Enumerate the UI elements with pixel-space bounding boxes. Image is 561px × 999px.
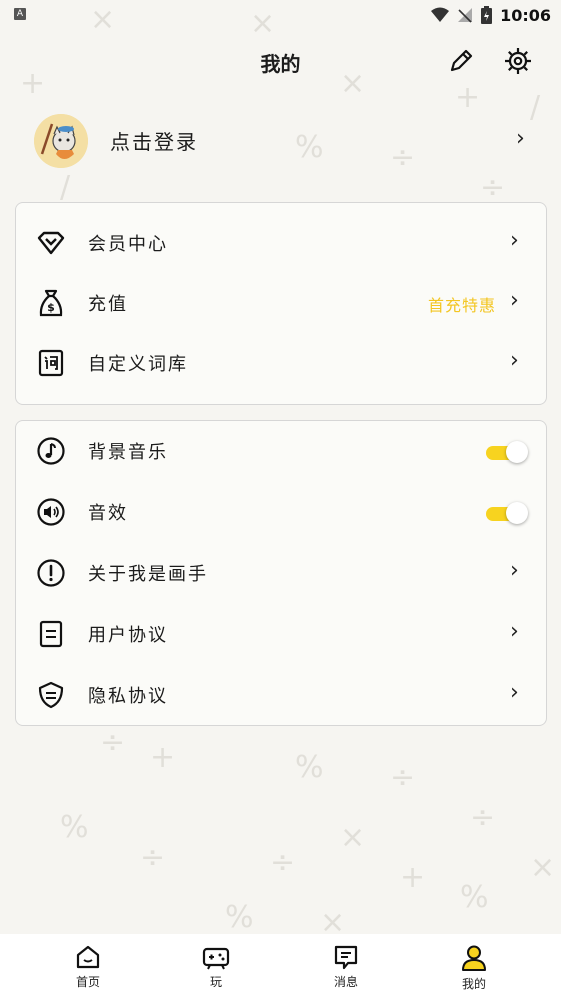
- document-icon: [39, 620, 63, 648]
- chevron-right-icon: ›: [510, 228, 519, 253]
- menu-item-label: 音效: [88, 503, 128, 524]
- menu-item-label: 自定义词库: [88, 354, 188, 375]
- music-note-icon: [37, 437, 65, 465]
- menu-item-background-music: 背景音乐: [16, 421, 546, 481]
- sound-effects-toggle[interactable]: [486, 502, 528, 524]
- signal-icon: [458, 8, 473, 23]
- avatar: [34, 114, 88, 168]
- bottom-nav: 首页 玩 消息 我的: [0, 934, 561, 999]
- shield-icon: [38, 681, 64, 709]
- clock: 10:06: [500, 5, 551, 25]
- nav-label: 消息: [333, 975, 358, 989]
- word-book-icon: [38, 349, 64, 377]
- menu-item-about[interactable]: 关于我是画手 ›: [16, 543, 546, 603]
- money-bag-icon: $: [39, 289, 63, 317]
- nav-label: 我的: [461, 977, 486, 991]
- diamond-vip-icon: [37, 231, 65, 255]
- wifi-icon: [431, 7, 450, 22]
- menu-item-sound-effects: 音效: [16, 482, 546, 542]
- edit-button[interactable]: [446, 46, 476, 76]
- nav-play[interactable]: 玩: [176, 940, 256, 996]
- nav-home[interactable]: 首页: [48, 940, 128, 996]
- account-card: 会员中心 › $ 充值 首充特惠 › 自定义词库 ›: [15, 202, 547, 405]
- menu-item-label: 用户协议: [88, 625, 168, 646]
- menu-item-privacy-policy[interactable]: 隐私协议 ›: [16, 665, 546, 725]
- gamepad-icon: [202, 947, 230, 970]
- nav-messages[interactable]: 消息: [306, 940, 386, 996]
- page-title: 我的: [260, 52, 301, 76]
- menu-item-label: 关于我是画手: [88, 564, 208, 585]
- gear-icon: [505, 48, 531, 74]
- first-recharge-badge: 首充特惠: [427, 296, 496, 315]
- header: 我的: [0, 38, 561, 84]
- speaker-icon: [37, 498, 65, 526]
- chevron-right-icon: ›: [510, 619, 519, 644]
- home-icon: [76, 945, 100, 969]
- settings-button[interactable]: [503, 46, 533, 76]
- settings-card: 背景音乐 音效 关于我是画手 › 用户协议 › 隐私协议 ›: [15, 420, 547, 726]
- exclamation-icon: [37, 559, 65, 587]
- notification-icon: A: [14, 8, 26, 20]
- pencil-icon: [450, 49, 473, 72]
- nav-label: 首页: [75, 975, 100, 989]
- chevron-right-icon: ›: [510, 348, 519, 373]
- menu-item-label: 背景音乐: [88, 442, 168, 463]
- user-icon: [462, 945, 486, 971]
- login-prompt[interactable]: 点击登录: [110, 126, 198, 155]
- battery-icon: [481, 6, 493, 24]
- chevron-right-icon: ›: [510, 680, 519, 705]
- menu-item-label: 会员中心: [88, 234, 168, 255]
- status-bar: A 10:06: [0, 0, 561, 30]
- menu-item-label: 充值: [88, 294, 128, 315]
- chevron-right-icon: ›: [510, 558, 519, 583]
- menu-item-vip-center[interactable]: 会员中心 ›: [16, 213, 546, 273]
- nav-label: 玩: [209, 975, 222, 989]
- menu-item-recharge[interactable]: $ 充值 首充特惠 ›: [16, 273, 546, 333]
- nav-mine[interactable]: 我的: [434, 940, 514, 996]
- message-icon: [334, 945, 358, 970]
- chevron-right-icon: ›: [510, 288, 519, 313]
- login-profile-row[interactable]: 点击登录 ›: [30, 112, 540, 170]
- cat-painter-avatar: [34, 114, 88, 168]
- menu-item-custom-lexicon[interactable]: 自定义词库 ›: [16, 333, 546, 393]
- background-music-toggle[interactable]: [486, 441, 528, 463]
- menu-item-label: 隐私协议: [88, 686, 168, 707]
- chevron-right-icon: ›: [516, 126, 525, 151]
- svg-text:$: $: [47, 301, 55, 314]
- menu-item-user-agreement[interactable]: 用户协议 ›: [16, 604, 546, 664]
